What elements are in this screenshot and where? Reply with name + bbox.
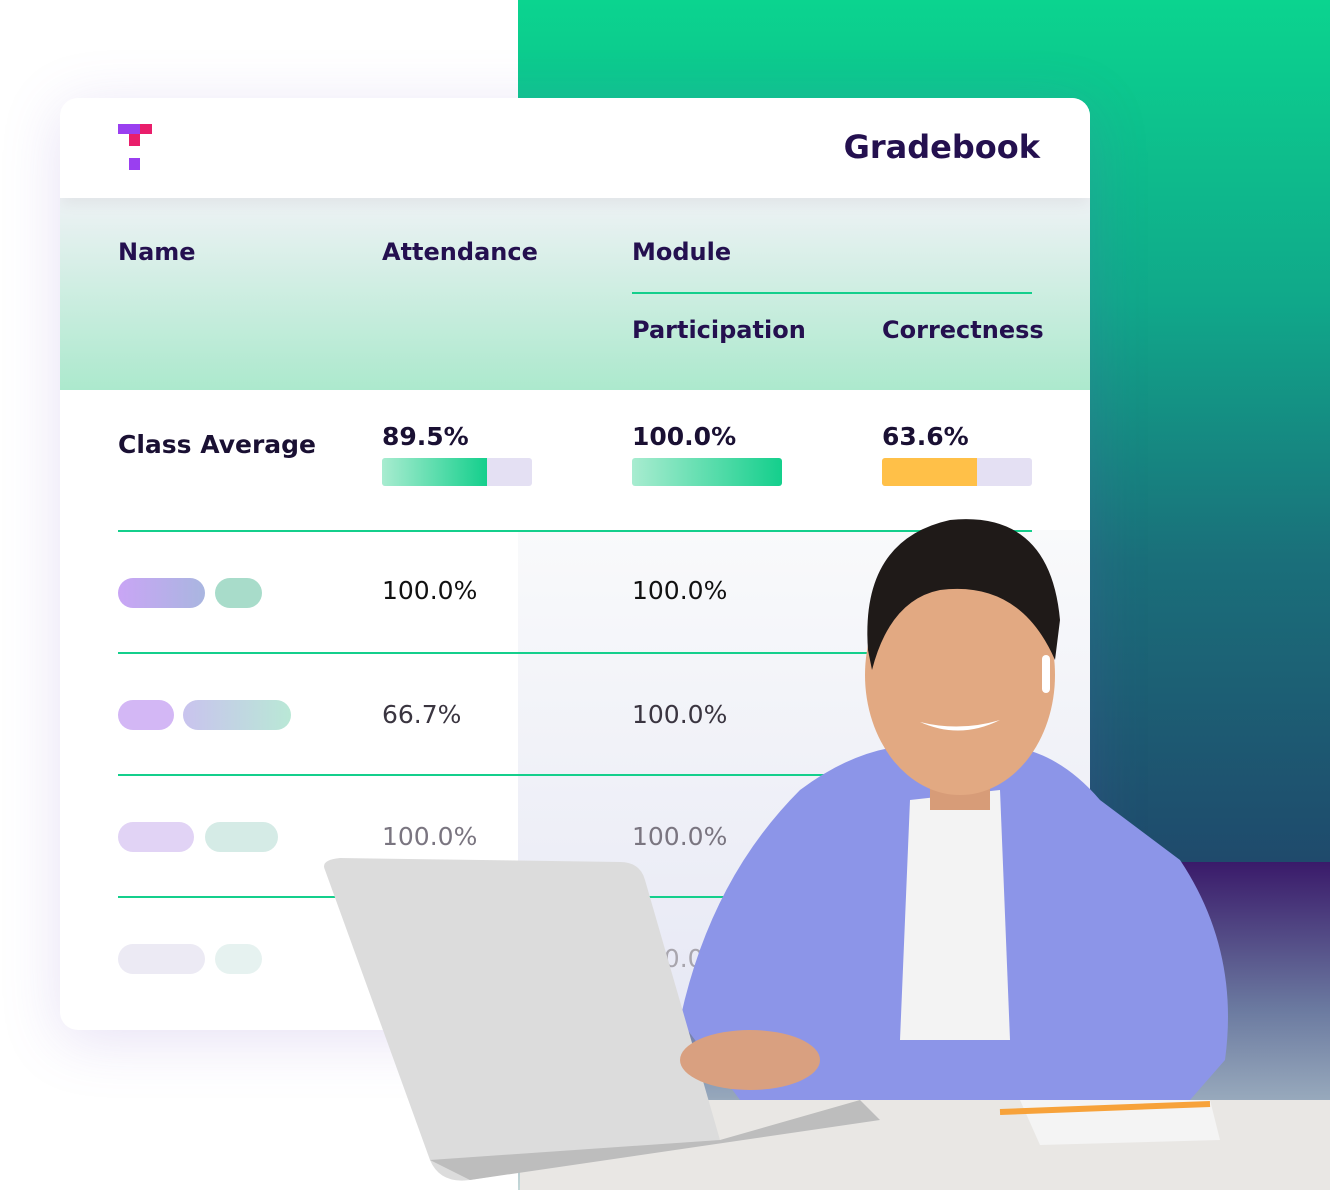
laptop xyxy=(324,858,720,1181)
table-header: Name Attendance Module Participation Cor… xyxy=(60,198,1090,390)
student-name-placeholder xyxy=(118,578,205,608)
t-shirt xyxy=(900,790,1010,1040)
student-name-placeholder xyxy=(183,700,291,730)
module-divider xyxy=(632,292,1032,294)
column-header-correctness[interactable]: Correctness xyxy=(882,316,1044,344)
student-name-placeholder xyxy=(215,944,262,974)
logo-icon xyxy=(118,124,152,170)
hand xyxy=(680,1030,820,1090)
attendance-progress-bar xyxy=(382,458,532,486)
student-name-placeholder xyxy=(215,578,262,608)
correctness-average: 63.6% xyxy=(882,422,969,451)
student-name-placeholder xyxy=(118,822,194,852)
column-header-participation[interactable]: Participation xyxy=(632,316,806,344)
page-title: Gradebook xyxy=(843,128,1040,166)
earbud-icon xyxy=(1042,655,1050,693)
correctness-progress-bar xyxy=(882,458,1032,486)
participation-average: 100.0% xyxy=(632,422,737,451)
column-header-module: Module xyxy=(632,238,732,266)
student-name-placeholder xyxy=(118,944,205,974)
column-header-name[interactable]: Name xyxy=(118,238,196,266)
column-header-attendance[interactable]: Attendance xyxy=(382,238,538,266)
student-name-placeholder xyxy=(205,822,278,852)
student-name-placeholder xyxy=(118,700,174,730)
card-header: Gradebook xyxy=(60,98,1090,198)
class-average-label: Class Average xyxy=(118,430,317,459)
attendance-average: 89.5% xyxy=(382,422,469,451)
participation-progress-bar xyxy=(632,458,782,486)
person-with-laptop-photo xyxy=(324,519,1330,1190)
